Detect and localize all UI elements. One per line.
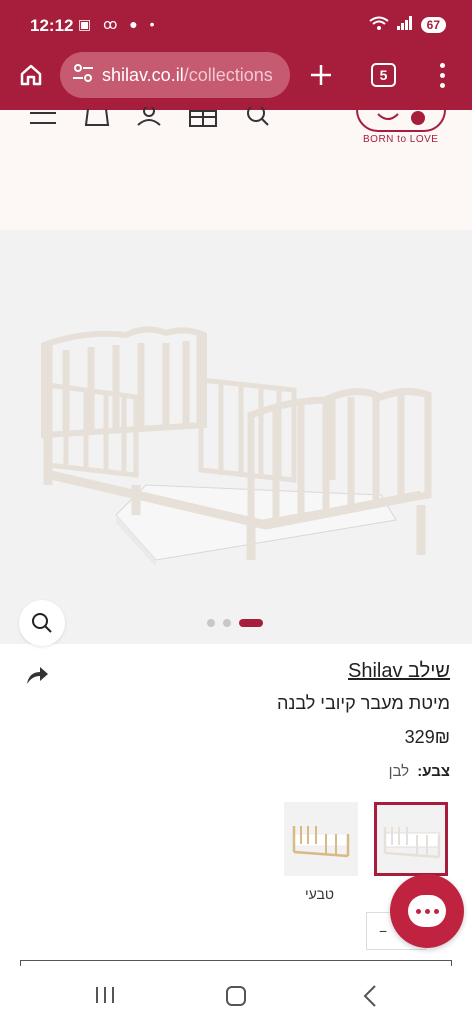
url-path: /collections — [183, 64, 273, 85]
wifi-icon — [369, 16, 389, 33]
product-gallery[interactable] — [0, 230, 472, 646]
gallery-dot-active[interactable] — [239, 619, 263, 627]
share-button[interactable] — [24, 662, 50, 688]
plus-icon — [311, 65, 331, 85]
new-tab-button[interactable] — [306, 60, 336, 90]
variant-swatch-natural[interactable] — [284, 802, 358, 876]
browser-menu-button[interactable] — [432, 60, 452, 90]
signal-icon — [396, 16, 413, 33]
zoom-button[interactable] — [19, 600, 65, 646]
shilav-logo[interactable] — [356, 110, 446, 132]
url-text: shilav.co.il/collections — [102, 65, 273, 86]
home-nav-button[interactable] — [226, 986, 246, 1006]
gift-icon[interactable] — [188, 107, 218, 132]
magnifier-icon — [32, 613, 52, 633]
tab-switcher-button[interactable]: 5 — [371, 63, 396, 87]
product-title: מיטת מעבר קיובי לבנה — [276, 693, 450, 713]
system-nav-bar — [0, 966, 472, 1024]
account-icon[interactable] — [136, 105, 162, 132]
status-right: 67 — [369, 16, 446, 33]
white-bed-thumbnail — [383, 827, 441, 859]
bag-icon[interactable] — [84, 107, 110, 132]
color-row: צבע: לבן — [389, 763, 450, 780]
gallery-dot[interactable] — [207, 619, 215, 627]
color-value: לבן — [388, 763, 410, 780]
variant-label-natural: טבעי — [305, 886, 335, 902]
recent-apps-button[interactable] — [94, 986, 116, 1009]
color-label: צבע: — [417, 763, 450, 780]
chat-button[interactable] — [390, 874, 464, 948]
more-icon — [439, 62, 445, 68]
product-price: 329₪ — [404, 727, 450, 747]
variant-swatch-white[interactable] — [374, 802, 448, 876]
decrement-symbol[interactable]: − — [379, 923, 387, 939]
status-bar: 12:12 ▣ ꝏ ● • 67 — [0, 0, 472, 50]
site-settings-icon[interactable] — [72, 63, 94, 88]
battery-icon: 67 — [420, 16, 446, 33]
recents-icon — [96, 987, 114, 1003]
home-icon — [20, 64, 42, 86]
browser-chrome: 12:12 ▣ ꝏ ● • 67 shilav.co.il/collection… — [0, 0, 472, 110]
back-chevron-icon — [363, 985, 376, 1007]
hamburger-menu-icon[interactable] — [28, 109, 58, 132]
product-brand-link[interactable]: שילב Shilav — [348, 660, 450, 683]
notification-icons: ▣ ꝏ ● • — [78, 16, 159, 32]
gallery-dot[interactable] — [223, 619, 231, 627]
search-icon[interactable] — [244, 104, 270, 132]
status-time: 12:12 — [30, 16, 74, 35]
url-host: shilav.co.il — [102, 64, 184, 85]
chat-icon — [408, 895, 446, 927]
back-nav-button[interactable] — [362, 984, 378, 1013]
header-icons — [28, 104, 270, 132]
toddler-bed-image — [41, 326, 432, 565]
natural-bed-thumbnail — [292, 826, 350, 858]
home-button[interactable] — [14, 58, 48, 92]
logo-tagline: BORN to LOVE — [363, 134, 439, 145]
address-bar[interactable]: shilav.co.il/collections — [60, 52, 290, 98]
gallery-pagination — [207, 619, 263, 627]
share-arrow-icon — [27, 667, 48, 684]
